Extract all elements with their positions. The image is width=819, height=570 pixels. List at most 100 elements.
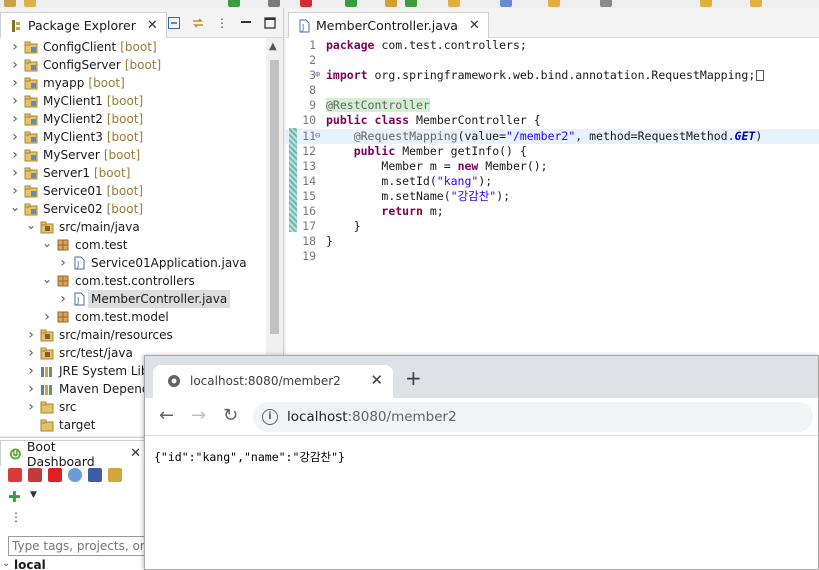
code-line[interactable]: 16 return m; <box>286 204 819 219</box>
code-line[interactable]: 2 <box>286 53 819 68</box>
minimize-icon[interactable] <box>239 16 253 30</box>
forward-icon[interactable]: → <box>191 406 206 426</box>
close-icon[interactable]: ✕ <box>370 371 383 389</box>
tab-package-explorer[interactable]: Package Explorer ✕ <box>0 12 167 38</box>
chevron-right-icon[interactable]: › <box>58 290 68 308</box>
tree-item[interactable]: › myapp [boot] <box>0 74 266 92</box>
code-line[interactable]: 13 Member m = new Member(); <box>286 159 819 174</box>
toolbar-button-4[interactable] <box>268 0 280 7</box>
toolbar-button-10[interactable] <box>500 0 512 7</box>
code-line[interactable]: 18} <box>286 234 819 249</box>
code-line[interactable]: 3 ⊕ import org.springframework.web.bind.an… <box>286 68 819 83</box>
chevron-right-icon[interactable]: › <box>10 146 20 164</box>
close-icon[interactable]: ✕ <box>469 18 480 33</box>
toolbar-button-13[interactable] <box>700 0 712 7</box>
browser-tab[interactable]: localhost:8080/member2 ✕ <box>153 365 393 398</box>
code-line[interactable]: 8 <box>286 83 819 98</box>
chevron-right-icon[interactable]: › <box>10 182 20 200</box>
tree-item[interactable]: ⌄ Service02 [boot] <box>0 200 266 218</box>
code-line[interactable]: 19 <box>286 249 819 264</box>
folded-import-marker[interactable] <box>756 70 765 82</box>
toolbar-button-9[interactable] <box>448 0 460 7</box>
collapse-all-icon[interactable] <box>167 16 181 30</box>
view-menu-icon[interactable]: ⋮ <box>215 16 229 30</box>
tree-item[interactable]: › MyServer [boot] <box>0 146 266 164</box>
close-icon[interactable]: ✕ <box>130 446 141 461</box>
toolbar-button-7[interactable] <box>385 0 397 7</box>
start-icon[interactable] <box>8 468 22 482</box>
chevron-down-icon[interactable]: ⌄ <box>26 218 36 236</box>
toolbar-button-6[interactable] <box>345 0 357 7</box>
code-line[interactable]: 11 ⊖ @RequestMapping(value="/member2", me… <box>286 128 819 144</box>
tree-item[interactable]: › Server1 [boot] <box>0 164 266 182</box>
scroll-up-icon[interactable]: ▲ <box>269 41 277 52</box>
maximize-icon[interactable] <box>263 16 277 30</box>
chevron-right-icon[interactable]: › <box>10 38 20 56</box>
tab-member-controller[interactable]: J MemberController.java ✕ <box>288 12 489 38</box>
tree-item[interactable]: › J Service01Application.java <box>0 254 266 272</box>
expose-icon[interactable] <box>108 468 122 482</box>
fold-expand-icon[interactable]: ⊕ <box>315 68 320 83</box>
tree-item[interactable]: › ConfigClient [boot] <box>0 38 266 56</box>
tree-item[interactable]: › J MemberController.java <box>0 290 266 308</box>
toolbar-button-5[interactable] <box>300 0 312 7</box>
tree-item[interactable]: › MyClient1 [boot] <box>0 92 266 110</box>
tree-item[interactable]: ⌄ com.test.controllers <box>0 272 266 290</box>
chevron-right-icon[interactable]: › <box>26 344 36 362</box>
toolbar-button-3[interactable] <box>228 0 240 7</box>
code-line[interactable]: 17 } <box>286 219 819 234</box>
view-menu-icon[interactable]: ⋮ <box>10 510 22 524</box>
chevron-right-icon[interactable]: › <box>26 326 36 344</box>
chevron-right-icon[interactable]: › <box>10 164 20 182</box>
add-icon[interactable]: ✚ <box>8 488 21 506</box>
address-bar[interactable]: i localhost:8080/member2 <box>253 402 813 432</box>
chevron-right-icon[interactable]: › <box>10 56 20 74</box>
code-line[interactable]: 1 package com.test.controllers; <box>286 38 819 53</box>
tab-boot-dashboard[interactable]: Boot Dashboard ✕ <box>0 439 150 469</box>
reload-icon[interactable]: ↻ <box>223 406 238 426</box>
tree-item[interactable]: › ConfigServer [boot] <box>0 56 266 74</box>
toolbar-button-1[interactable] <box>4 0 16 7</box>
link-with-editor-icon[interactable] <box>191 16 205 30</box>
code-line[interactable]: 9 @RestController <box>286 98 819 113</box>
toolbar-button-14[interactable] <box>750 0 762 7</box>
tree-item[interactable]: › Service01 [boot] <box>0 182 266 200</box>
tree-item[interactable]: › MyClient2 [boot] <box>0 110 266 128</box>
code-line[interactable]: 12 public Member getInfo() { <box>286 144 819 159</box>
toolbar-button-11[interactable] <box>548 0 560 7</box>
chevron-down-icon[interactable]: ⌄ <box>42 236 52 254</box>
tree-item[interactable]: › com.test.model <box>0 308 266 326</box>
toolbar-button-12[interactable] <box>600 0 612 7</box>
code-line[interactable]: 14 m.setId("kang"); <box>286 174 819 189</box>
code-line[interactable]: 15 m.setName("강감찬"); <box>286 189 819 204</box>
debug-icon[interactable] <box>28 468 42 482</box>
back-icon[interactable]: ← <box>159 406 174 426</box>
chevron-right-icon[interactable]: › <box>10 92 20 110</box>
site-info-icon[interactable]: i <box>262 409 278 425</box>
chevron-right-icon[interactable]: › <box>26 380 36 398</box>
new-tab-icon[interactable]: + <box>405 368 422 388</box>
code-line[interactable]: 10 public class MemberController { <box>286 113 819 128</box>
chevron-right-icon[interactable]: › <box>42 308 52 326</box>
chevron-right-icon[interactable]: › <box>26 398 36 416</box>
console-icon[interactable] <box>88 468 102 482</box>
chevron-down-icon[interactable]: ⌄ <box>10 200 20 218</box>
toolbar-button-2[interactable] <box>24 0 36 7</box>
url-text[interactable]: localhost:8080/member2 <box>287 409 457 425</box>
tree-item[interactable]: ⌄ com.test <box>0 236 266 254</box>
tree-item[interactable]: › MyClient3 [boot] <box>0 128 266 146</box>
chevron-down-icon[interactable]: ⌄ <box>42 272 52 290</box>
chevron-right-icon[interactable]: › <box>58 254 68 272</box>
chevron-right-icon[interactable]: › <box>10 110 20 128</box>
chevron-right-icon[interactable]: › <box>10 128 20 146</box>
toolbar-button-8[interactable] <box>405 0 417 7</box>
chevron-right-icon[interactable]: › <box>10 74 20 92</box>
stop-icon[interactable] <box>48 468 62 482</box>
chevron-right-icon[interactable]: › <box>26 362 36 380</box>
scrollbar-thumb[interactable] <box>270 60 279 334</box>
tree-item[interactable]: › src/main/resources <box>0 326 266 344</box>
fold-collapse-icon[interactable]: ⊖ <box>315 129 320 144</box>
boot-filter-input[interactable] <box>8 536 150 556</box>
tree-item[interactable]: ⌄ src/main/java <box>0 218 266 236</box>
local-target[interactable]: local <box>14 558 46 570</box>
